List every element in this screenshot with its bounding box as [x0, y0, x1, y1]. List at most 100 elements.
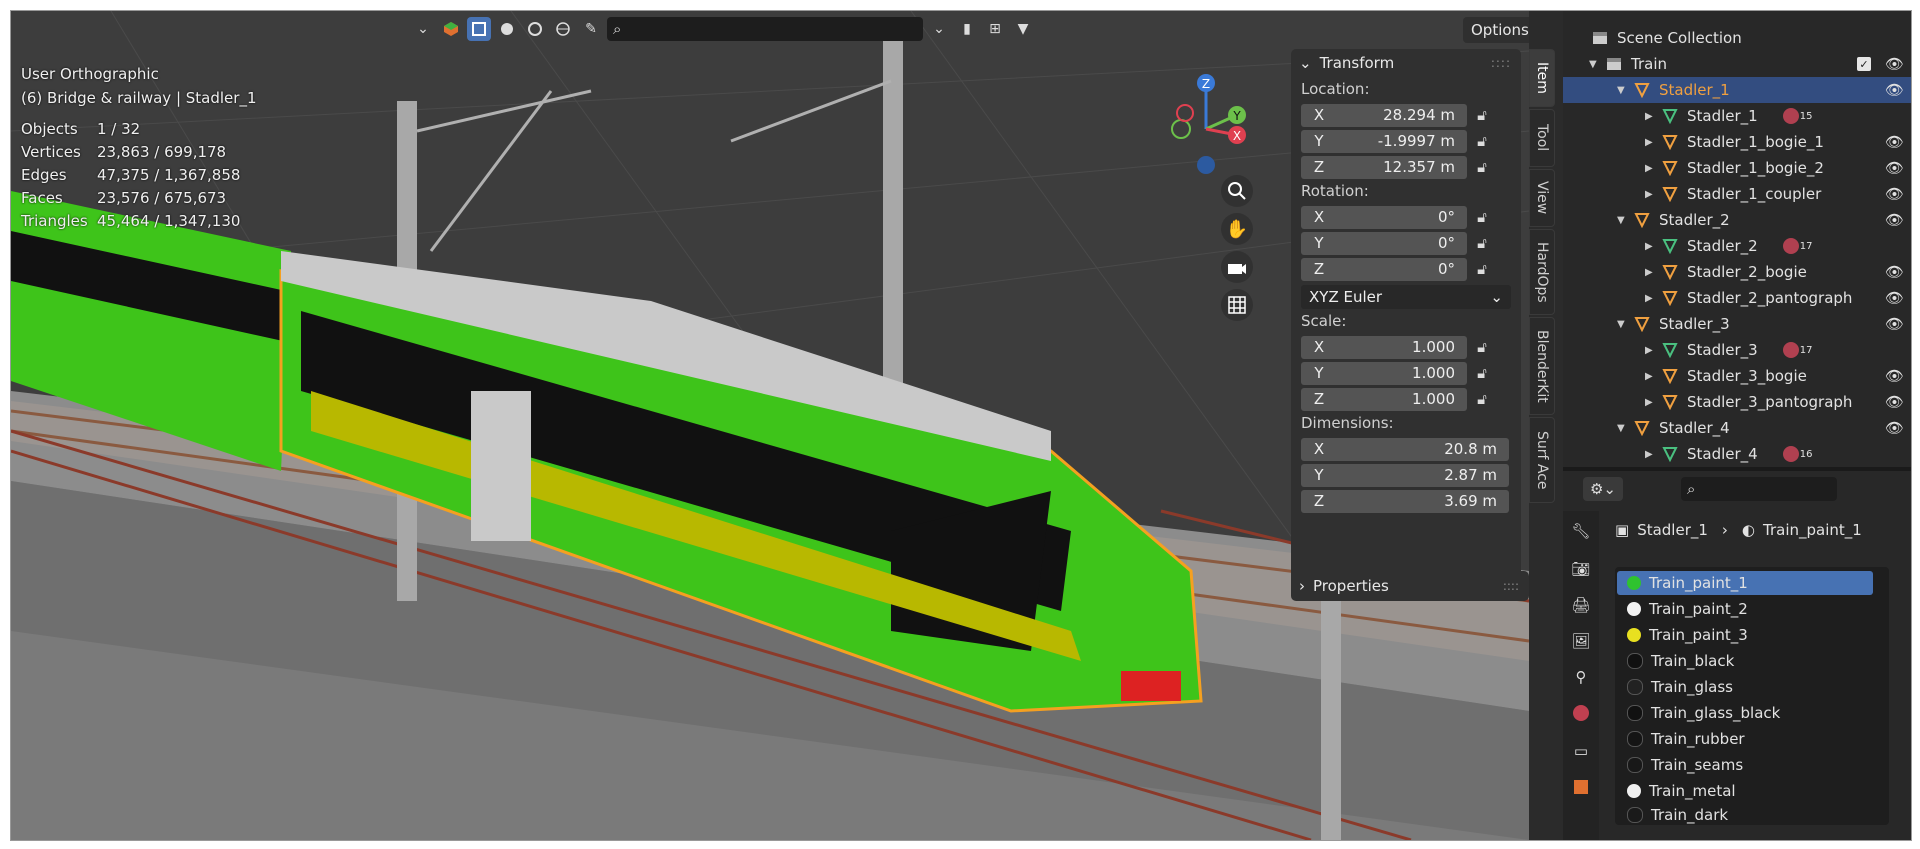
scale-z-field[interactable]: Z 1.000 🔓︎	[1301, 387, 1521, 411]
view-layer-icon[interactable]: 🖼︎	[1569, 629, 1593, 653]
eye-icon[interactable]: 👁︎	[1885, 159, 1904, 177]
transform-panel-header[interactable]: ⌄ Transform ::::	[1291, 49, 1521, 77]
solid-shading-icon[interactable]	[467, 17, 491, 41]
rotation-z-field[interactable]: Z 0° 🔓︎	[1301, 257, 1521, 281]
eye-icon[interactable]: 👁︎	[1885, 211, 1904, 229]
location-y-field[interactable]: Y -1.9997 m 🔓︎	[1301, 129, 1521, 153]
outliner-row-stadler-1-bogie-1[interactable]: ▶ Stadler_1_bogie_1 👁︎	[1563, 129, 1911, 155]
unlock-icon[interactable]: 🔓︎	[1467, 132, 1497, 150]
eye-icon[interactable]: 👁︎	[1885, 185, 1904, 203]
tab-tool[interactable]: Tool	[1529, 109, 1555, 167]
unlock-icon[interactable]: 🔓︎	[1467, 260, 1497, 278]
drag-handle-icon[interactable]: ::::	[1491, 56, 1511, 70]
tab-item[interactable]: Item	[1529, 49, 1555, 107]
editor-type-icon[interactable]: ⚙⌄	[1583, 477, 1623, 501]
tab-surf-ace[interactable]: Surf Ace	[1529, 417, 1555, 503]
dimensions-z-field[interactable]: Z 3.69 m	[1301, 489, 1521, 513]
globe-icon[interactable]	[551, 17, 575, 41]
navigation-gizmo[interactable]: Z Y X	[1161, 69, 1251, 179]
zoom-icon[interactable]	[1221, 175, 1253, 207]
hierarchy-icon[interactable]: ⊞	[983, 17, 1007, 41]
unlock-icon[interactable]: 🔓︎	[1467, 106, 1497, 124]
outliner-row-stadler-4-mesh[interactable]: ▶ Stadler_4 16	[1563, 441, 1911, 467]
checkbox-icon[interactable]: ✓	[1857, 57, 1871, 71]
chevron-down-icon[interactable]: ▼	[1589, 59, 1603, 70]
camera-icon[interactable]	[1221, 251, 1253, 283]
list-item[interactable]: Train_glass	[1617, 675, 1873, 699]
bookmark-icon[interactable]: ▮	[955, 17, 979, 41]
list-item[interactable]: Train_paint_1	[1617, 571, 1873, 595]
chevron-down-icon[interactable]: ⌄	[411, 17, 435, 41]
outliner-row-train[interactable]: ▼ Train ✓ 👁︎	[1563, 51, 1911, 77]
eye-icon[interactable]: 👁︎	[1885, 393, 1904, 411]
rotation-x-field[interactable]: X 0° 🔓︎	[1301, 205, 1521, 229]
chevron-right-icon[interactable]: ▶	[1645, 241, 1659, 252]
chevron-down-icon[interactable]: ▼	[1617, 85, 1631, 96]
chevron-down-icon[interactable]: ▼	[1617, 215, 1631, 226]
chevron-right-icon[interactable]: ▶	[1645, 449, 1659, 460]
dimensions-x-field[interactable]: X 20.8 m	[1301, 437, 1521, 461]
eye-icon[interactable]: 👁︎	[1885, 367, 1904, 385]
outliner-row-stadler-3-pantograph[interactable]: ▶ Stadler_3_pantograph 👁︎	[1563, 389, 1911, 415]
eye-icon[interactable]: 👁︎	[1885, 263, 1904, 281]
eye-icon[interactable]: 👁︎	[1885, 81, 1904, 99]
brush-icon[interactable]: ✎	[579, 17, 603, 41]
breadcrumb-object[interactable]: Stadler_1	[1637, 521, 1708, 539]
filter-icon[interactable]: ▼	[1011, 17, 1035, 41]
list-item[interactable]: Train_seams	[1617, 753, 1873, 777]
outliner-row-stadler-2-bogie[interactable]: ▶ Stadler_2_bogie 👁︎	[1563, 259, 1911, 285]
properties-panel-header[interactable]: › Properties ::::	[1291, 571, 1529, 601]
scale-y-field[interactable]: Y 1.000 🔓︎	[1301, 361, 1521, 385]
collection-icon[interactable]: ▭	[1569, 739, 1593, 763]
outliner-row-stadler-2-pantograph[interactable]: ▶ Stadler_2_pantograph 👁︎	[1563, 285, 1911, 311]
chevron-right-icon[interactable]: ▶	[1645, 137, 1659, 148]
filter-chevron-icon[interactable]: ⌄	[927, 17, 951, 41]
properties-search-input[interactable]: ⌕	[1681, 477, 1837, 501]
outliner-row-stadler-2-mesh[interactable]: ▶ Stadler_2 17	[1563, 233, 1911, 259]
grid-ortho-icon[interactable]	[1221, 289, 1253, 321]
list-item[interactable]: Train_dark	[1617, 805, 1873, 825]
list-item[interactable]: Train_paint_2	[1617, 597, 1873, 621]
unlock-icon[interactable]: 🔓︎	[1467, 208, 1497, 226]
breadcrumb-material[interactable]: Train_paint_1	[1763, 521, 1862, 539]
unlock-icon[interactable]: 🔓︎	[1467, 390, 1497, 408]
scale-x-field[interactable]: X 1.000 🔓︎	[1301, 335, 1521, 359]
location-z-field[interactable]: Z 12.357 m 🔓︎	[1301, 155, 1521, 179]
list-item[interactable]: Train_black	[1617, 649, 1873, 673]
outliner-row-stadler-4[interactable]: ▼ Stadler_4 👁︎	[1563, 415, 1911, 441]
drag-handle-icon[interactable]: ::::	[1503, 579, 1519, 593]
dimensions-y-field[interactable]: Y 2.87 m	[1301, 463, 1521, 487]
unlock-icon[interactable]: 🔓︎	[1467, 158, 1497, 176]
viewport-search-input[interactable]: ⌕	[607, 17, 923, 41]
outliner-row-stadler-3-bogie[interactable]: ▶ Stadler_3_bogie 👁︎	[1563, 363, 1911, 389]
eye-icon[interactable]: 👁︎	[1885, 315, 1904, 333]
chevron-right-icon[interactable]: ▶	[1645, 397, 1659, 408]
3d-viewport[interactable]: User Orthographic (6) Bridge & railway |…	[11, 11, 1529, 840]
render-engine-icon[interactable]	[439, 17, 463, 41]
list-item[interactable]: Train_paint_3	[1617, 623, 1873, 647]
eye-icon[interactable]: 👁︎	[1885, 55, 1904, 73]
output-icon[interactable]: 🖨︎	[1569, 593, 1593, 617]
location-x-field[interactable]: X 28.294 m 🔓︎	[1301, 103, 1521, 127]
tab-hardops[interactable]: HardOps	[1529, 229, 1555, 315]
unlock-icon[interactable]: 🔓︎	[1467, 234, 1497, 252]
tab-blenderkit[interactable]: BlenderKit	[1529, 317, 1555, 415]
outliner-row-stadler-1-bogie-2[interactable]: ▶ Stadler_1_bogie_2 👁︎	[1563, 155, 1911, 181]
outliner-row-stadler-1-mesh[interactable]: ▶ Stadler_1 15	[1563, 103, 1911, 129]
chevron-right-icon[interactable]: ▶	[1645, 163, 1659, 174]
material-slot-list[interactable]: Train_paint_1 Train_paint_2 Train_paint_…	[1615, 567, 1889, 825]
chevron-right-icon[interactable]: ▶	[1645, 345, 1659, 356]
chevron-right-icon[interactable]: ▶	[1645, 267, 1659, 278]
list-item[interactable]: Train_metal	[1617, 779, 1873, 803]
eye-icon[interactable]: 👁︎	[1885, 289, 1904, 307]
pan-hand-icon[interactable]: ✋	[1221, 213, 1253, 245]
chevron-down-icon[interactable]: ▼	[1617, 319, 1631, 330]
outliner-row-stadler-2[interactable]: ▼ Stadler_2 👁︎	[1563, 207, 1911, 233]
scene-icon[interactable]: ⚲	[1569, 665, 1593, 689]
chevron-right-icon[interactable]: ▶	[1645, 371, 1659, 382]
chevron-down-icon[interactable]: ▼	[1617, 423, 1631, 434]
rendered-shading-icon[interactable]	[523, 17, 547, 41]
list-item[interactable]: Train_rubber	[1617, 727, 1873, 751]
tab-view[interactable]: View	[1529, 169, 1555, 227]
chevron-right-icon[interactable]: ▶	[1645, 293, 1659, 304]
